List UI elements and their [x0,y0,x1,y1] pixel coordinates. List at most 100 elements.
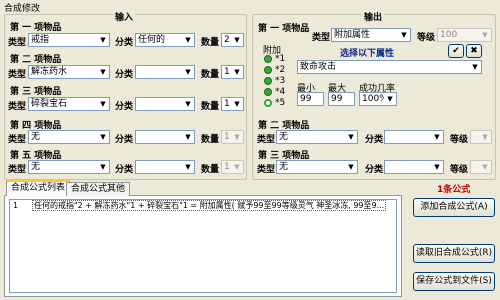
attribute-select-title: 选择以下属性 [340,49,395,59]
attach-radio-2[interactable] [264,66,272,74]
input-item-4-cat-select[interactable]: ▼ [135,130,195,144]
input-item-3-type-select[interactable]: 碎裂宝石 ▼ [28,97,110,111]
attach-radio-group: *1 *2 *3 *4 *5 [262,52,292,108]
combo-value: 无 [31,132,41,142]
chevron-down-icon[interactable]: ▼ [182,131,194,143]
input-item-1-type-select[interactable]: 戒指 ▼ [28,33,110,47]
attribute-select[interactable]: 致命攻击 ▼ [297,60,482,74]
combo-value: 2 [224,35,230,45]
save-formula-button[interactable]: 保存公式到文件(S) [413,272,495,291]
chevron-down-icon[interactable]: ▼ [97,66,109,78]
list-item[interactable]: 1 任何的戒指"2 + 解冻药水"1 + 碎裂宝石"1 = 附加属性( 赋予99至… [10,200,396,211]
combo-value: 无 [31,162,41,172]
input-item-5-qty-select[interactable]: 1 ▼ [221,160,244,174]
formula-count: 1条公式 [437,185,471,195]
chevron-down-icon[interactable]: ▼ [182,161,194,173]
chevron-down-icon[interactable]: ▼ [182,66,194,78]
attach-radio-1[interactable] [264,55,272,63]
input-item-1-label: 第 一 项物品 [10,23,62,33]
attach-radio-4-label: *4 [275,87,286,97]
chevron-down-icon[interactable]: ▼ [469,61,481,73]
chevron-down-icon[interactable]: ▼ [182,34,194,46]
chevron-down-icon[interactable]: ▼ [97,34,109,46]
input-item-5-cat-select[interactable]: ▼ [135,160,195,174]
input-item-1-qty-label: 数量 [201,38,220,48]
input-item-2-cat-select[interactable]: ▼ [135,65,195,79]
chevron-down-icon[interactable]: ▼ [97,131,109,143]
input-item-4-qty-select[interactable]: 1 ▼ [221,130,244,144]
output-item-1-label: 第 一 项物品 [258,24,310,34]
input-item-4-type-select[interactable]: 无 ▼ [28,130,110,144]
combo-value: 致命攻击 [300,62,337,72]
min-input[interactable]: 99 [297,92,324,106]
input-item-3-qty-select[interactable]: 1 ▼ [221,97,244,111]
chevron-down-icon[interactable]: ▼ [479,131,491,143]
output-item-1-level-select[interactable]: 100 ▼ [437,28,492,42]
combo-value: 戒指 [31,35,50,45]
chevron-down-icon[interactable]: ▼ [231,66,243,78]
combo-value: 1 [224,67,230,77]
chevron-down-icon[interactable]: ▼ [231,161,243,173]
output-item-1-type-select[interactable]: 附加属性 ▼ [331,28,411,42]
add-formula-button[interactable]: 添加合成公式(A) [413,198,495,217]
attach-radio-5[interactable] [264,99,272,107]
chevron-down-icon[interactable]: ▼ [231,34,243,46]
output-item-3-level-label: 等级 [450,165,469,175]
input-item-4-qty-label: 数量 [201,135,220,145]
combo-value: 解冻药水 [31,67,68,77]
input-item-4-cat-label: 分类 [115,135,134,145]
input-item-3-qty-label: 数量 [201,102,220,112]
output-item-1-level-label: 等级 [417,33,436,43]
attach-radio-2-label: *2 [275,65,286,75]
output-item-2-level-label: 等级 [450,135,469,145]
combo-value: 任何的 [138,35,166,45]
chevron-down-icon[interactable]: ▼ [345,161,357,173]
combo-value: 1 [224,132,230,142]
cancel-button[interactable]: ✖ [466,44,482,58]
chevron-down-icon[interactable]: ▼ [231,98,243,110]
formula-text: 任何的戒指"2 + 解冻药水"1 + 碎裂宝石"1 = 附加属性( 赋予99至9… [32,200,387,211]
tab-formula-list[interactable]: 合成公式列表 [6,180,71,196]
output-item-3-cat-select[interactable]: ▼ [384,160,444,174]
chevron-down-icon[interactable]: ▼ [384,93,396,105]
input-item-3-cat-select[interactable]: ▼ [135,97,195,111]
chevron-down-icon[interactable]: ▼ [231,131,243,143]
chevron-down-icon[interactable]: ▼ [182,98,194,110]
input-item-2-type-select[interactable]: 解冻药水 ▼ [28,65,110,79]
chevron-down-icon[interactable]: ▼ [479,29,491,41]
output-item-3-cat-label: 分类 [365,165,384,175]
output-item-3-level-select[interactable]: ▼ [470,160,492,174]
output-item-2-level-select[interactable]: ▼ [470,130,492,144]
input-item-5-type-select[interactable]: 无 ▼ [28,160,110,174]
output-item-2-cat-select[interactable]: ▼ [384,130,444,144]
output-item-3-type-label: 类型 [257,165,276,175]
chevron-down-icon[interactable]: ▼ [345,131,357,143]
chevron-down-icon[interactable]: ▼ [431,131,443,143]
output-item-2-type-select[interactable]: 无 ▼ [276,130,358,144]
input-item-3-label: 第 三 项物品 [10,87,62,97]
read-old-formula-button[interactable]: 读取旧合成公式(R) [413,244,495,263]
input-item-1-cat-select[interactable]: 任何的 ▼ [135,33,195,47]
input-item-1-qty-select[interactable]: 2 ▼ [221,33,244,47]
chevron-down-icon[interactable]: ▼ [431,161,443,173]
input-item-2-type-label: 类型 [8,70,27,80]
output-item-2-cat-label: 分类 [365,135,384,145]
rate-select[interactable]: 100% ▼ [359,92,397,106]
confirm-button[interactable]: ✔ [448,44,464,58]
max-input[interactable]: 99 [328,92,355,106]
chevron-down-icon[interactable]: ▼ [479,161,491,173]
chevron-down-icon[interactable]: ▼ [398,29,410,41]
formula-list[interactable]: 1 任何的戒指"2 + 解冻药水"1 + 碎裂宝石"1 = 附加属性( 赋予99至… [9,199,397,293]
chevron-down-icon[interactable]: ▼ [97,98,109,110]
chevron-down-icon[interactable]: ▼ [97,161,109,173]
tab-formula-other[interactable]: 合成公式其他 [66,182,131,196]
combo-value: 1 [224,162,230,172]
attach-radio-4[interactable] [264,88,272,96]
input-item-2-cat-label: 分类 [115,70,134,80]
input-item-2-qty-select[interactable]: 1 ▼ [221,65,244,79]
output-item-3-type-select[interactable]: 无 ▼ [276,160,358,174]
check-icon: ✔ [452,46,460,56]
attach-radio-1-label: *1 [275,54,286,64]
x-icon: ✖ [470,46,478,56]
attach-radio-3[interactable] [264,77,272,85]
